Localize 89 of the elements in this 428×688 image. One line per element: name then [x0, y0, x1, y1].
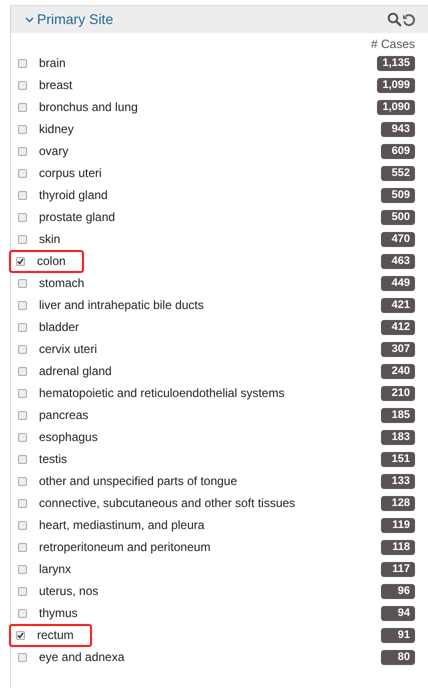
- checkbox[interactable]: [16, 630, 25, 640]
- facet-option[interactable]: thymus: [11, 602, 78, 624]
- checkbox[interactable]: [18, 520, 27, 530]
- count-badge: 240: [381, 364, 415, 378]
- checkbox[interactable]: [16, 256, 25, 266]
- facet-option[interactable]: eye and adnexa: [11, 646, 124, 668]
- facet-option[interactable]: bronchus and lung: [11, 96, 138, 118]
- facet-option[interactable]: brain: [11, 52, 66, 74]
- highlighted-option[interactable]: rectum: [9, 624, 92, 646]
- count-badge: 1,135: [377, 56, 415, 70]
- count-badge: 91: [381, 628, 415, 642]
- facet-option[interactable]: heart, mediastinum, and pleura: [11, 514, 204, 536]
- count-badge: 133: [381, 474, 415, 488]
- facet-option[interactable]: bladder: [11, 316, 80, 338]
- checkbox[interactable]: [18, 366, 27, 376]
- checkbox[interactable]: [18, 80, 27, 90]
- checkbox[interactable]: [18, 564, 27, 574]
- count-badge: 509: [381, 188, 415, 202]
- facet-option[interactable]: breast: [11, 74, 72, 96]
- checkbox[interactable]: [18, 168, 27, 178]
- facet-title: Primary Site: [37, 10, 114, 29]
- highlighted-option[interactable]: colon: [9, 250, 84, 272]
- facet-option[interactable]: liver and intrahepatic bile ducts: [11, 294, 204, 316]
- count-badge: 307: [381, 342, 415, 356]
- count-badge: 118: [381, 540, 415, 554]
- checkbox[interactable]: [18, 58, 27, 68]
- count-badge: 463: [381, 254, 415, 268]
- checkbox[interactable]: [18, 652, 27, 662]
- facet-option[interactable]: kidney: [11, 118, 74, 140]
- facet-option[interactable]: prostate gland: [11, 206, 116, 228]
- checkbox[interactable]: [18, 498, 27, 508]
- facet-option[interactable]: thyroid gland: [11, 184, 108, 206]
- facet-option[interactable]: other and unspecified parts of tongue: [11, 470, 238, 492]
- checkbox[interactable]: [18, 190, 27, 200]
- checkbox[interactable]: [18, 608, 27, 618]
- count-badge: 151: [381, 452, 415, 466]
- checkbox[interactable]: [18, 212, 27, 222]
- count-badge: 412: [381, 320, 415, 334]
- count-badge: 421: [381, 298, 415, 312]
- facet-option[interactable]: stomach: [11, 272, 84, 294]
- checkbox[interactable]: [18, 300, 27, 310]
- count-badge: 210: [381, 386, 415, 400]
- facet-option[interactable]: cervix uteri: [11, 338, 98, 360]
- count-badge: 500: [381, 210, 415, 224]
- checkbox[interactable]: [18, 322, 27, 332]
- facet-option[interactable]: larynx: [11, 558, 72, 580]
- count-badge: 943: [381, 122, 415, 136]
- checkbox[interactable]: [18, 476, 27, 486]
- facet-toggle[interactable]: Primary Site: [25, 9, 114, 30]
- checkbox[interactable]: [18, 388, 27, 398]
- count-badge: 470: [381, 232, 415, 246]
- search-icon[interactable]: [387, 12, 402, 27]
- checkbox[interactable]: [18, 102, 27, 112]
- checkbox[interactable]: [18, 234, 27, 244]
- facet-option[interactable]: hematopoietic and reticuloendothelial systems: [11, 382, 284, 404]
- count-badge: 1,099: [377, 78, 415, 92]
- count-badge: 1,090: [377, 100, 415, 114]
- count-badge: 94: [381, 606, 415, 620]
- count-badge: 119: [381, 518, 415, 532]
- facet-option[interactable]: esophagus: [11, 426, 98, 448]
- facet-option[interactable]: corpus uteri: [11, 162, 102, 184]
- count-badge: 449: [381, 276, 415, 290]
- count-badge: 117: [381, 562, 415, 576]
- checkbox[interactable]: [18, 344, 27, 354]
- facet-option[interactable]: skin: [11, 228, 60, 250]
- count-badge: 80: [381, 650, 415, 664]
- count-badge: 96: [381, 584, 415, 598]
- checkbox[interactable]: [18, 146, 27, 156]
- column-header: # Cases: [370, 36, 415, 52]
- checkbox[interactable]: [18, 586, 27, 596]
- reset-icon[interactable]: [402, 12, 416, 26]
- facet-option[interactable]: pancreas: [11, 404, 88, 426]
- checkbox[interactable]: [18, 542, 27, 552]
- count-badge: 609: [381, 144, 415, 158]
- facet-option[interactable]: retroperitoneum and peritoneum: [11, 536, 210, 558]
- count-badge: 183: [381, 430, 415, 444]
- checkbox[interactable]: [18, 278, 27, 288]
- checkbox[interactable]: [18, 124, 27, 134]
- facet-option[interactable]: uterus, nos: [11, 580, 98, 602]
- facet-option[interactable]: testis: [11, 448, 68, 470]
- count-badge: 128: [381, 496, 415, 510]
- checkbox[interactable]: [18, 432, 27, 442]
- checkbox[interactable]: [18, 410, 27, 420]
- checkbox[interactable]: [18, 454, 27, 464]
- facet-option[interactable]: connective, subcutaneous and other soft tissues: [11, 492, 296, 514]
- facet-option[interactable]: ovary: [11, 140, 68, 162]
- count-badge: 552: [381, 166, 415, 180]
- facet-option[interactable]: adrenal gland: [11, 360, 112, 382]
- count-badge: 185: [381, 408, 415, 422]
